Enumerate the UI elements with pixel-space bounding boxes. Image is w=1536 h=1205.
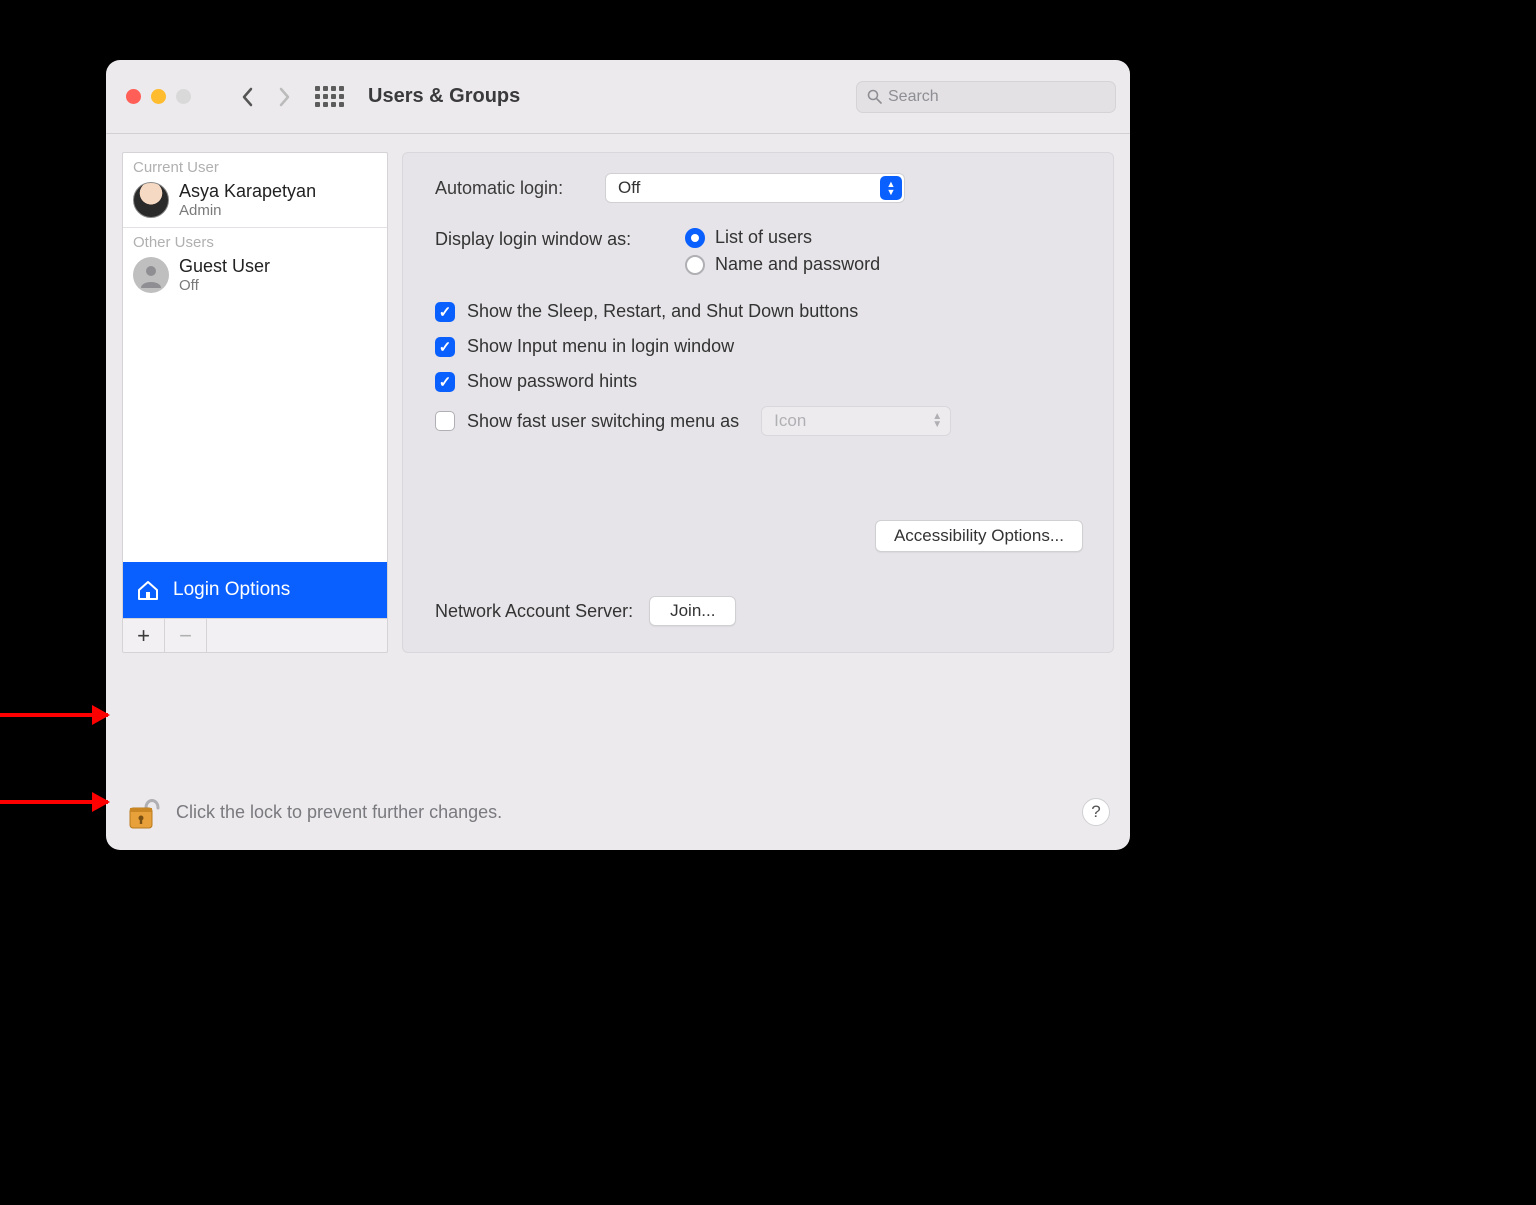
fast-switch-value: Icon: [774, 411, 806, 431]
house-icon: [135, 577, 161, 603]
radio-list-of-users[interactable]: List of users: [685, 227, 880, 248]
close-window-button[interactable]: [126, 89, 141, 104]
checkbox-icon: [435, 302, 455, 322]
add-remove-bar: + −: [122, 618, 388, 653]
back-button[interactable]: [235, 81, 261, 113]
add-user-button[interactable]: +: [123, 619, 165, 652]
guest-silhouette-icon: [138, 262, 164, 288]
checkbox-input-menu[interactable]: Show Input menu in login window: [435, 336, 1087, 357]
unlocked-padlock-icon: [124, 792, 160, 832]
display-login-window-label: Display login window as:: [435, 227, 685, 281]
user-role: Admin: [179, 202, 316, 219]
annotation-arrow-lock-button: [0, 800, 108, 804]
checkbox-icon: [435, 337, 455, 357]
checkbox-sleep-restart-shutdown[interactable]: Show the Sleep, Restart, and Shut Down b…: [435, 301, 1087, 322]
checkbox-label: Show Input menu in login window: [467, 336, 734, 357]
checkbox-label: Show fast user switching menu as: [467, 411, 739, 432]
accessibility-options-button[interactable]: Accessibility Options...: [875, 520, 1083, 552]
user-name: Guest User: [179, 257, 270, 277]
radio-label: List of users: [715, 227, 812, 248]
avatar: [133, 257, 169, 293]
automatic-login-value: Off: [618, 178, 640, 198]
help-button[interactable]: ?: [1082, 798, 1110, 826]
other-user-row[interactable]: Guest User Off: [123, 253, 387, 302]
checkbox-label: Show password hints: [467, 371, 637, 392]
footer: Click the lock to prevent further change…: [124, 788, 1110, 836]
checkbox-password-hints[interactable]: Show password hints: [435, 371, 1087, 392]
titlebar: Users & Groups: [106, 60, 1130, 134]
login-options-label: Login Options: [173, 579, 290, 601]
checkbox-label: Show the Sleep, Restart, and Shut Down b…: [467, 301, 858, 322]
user-name: Asya Karapetyan: [179, 182, 316, 202]
avatar: [133, 182, 169, 218]
sidebar: Current User Asya Karapetyan Admin Other…: [122, 152, 388, 653]
user-role: Off: [179, 277, 270, 294]
radio-icon: [685, 228, 705, 248]
chevron-left-icon: [241, 87, 255, 107]
search-icon: [867, 89, 882, 104]
login-options-row[interactable]: Login Options: [123, 562, 387, 618]
lock-hint-text: Click the lock to prevent further change…: [176, 802, 502, 823]
other-users-heading: Other Users: [123, 228, 387, 253]
updown-stepper-icon: ▲▼: [880, 176, 902, 200]
search-field[interactable]: [856, 81, 1116, 113]
current-user-row[interactable]: Asya Karapetyan Admin: [123, 178, 387, 228]
checkbox-icon: [435, 372, 455, 392]
checkbox-fast-user-switching[interactable]: [435, 411, 455, 431]
lock-button[interactable]: [124, 792, 160, 832]
radio-name-and-password[interactable]: Name and password: [685, 254, 880, 275]
chevron-right-icon: [277, 87, 291, 107]
system-preferences-window: Users & Groups Current User Asya Karapet…: [106, 60, 1130, 850]
minimize-window-button[interactable]: [151, 89, 166, 104]
join-button[interactable]: Join...: [649, 596, 736, 626]
radio-icon: [685, 255, 705, 275]
show-all-preferences-button[interactable]: [315, 86, 344, 107]
current-user-heading: Current User: [123, 153, 387, 178]
window-title: Users & Groups: [368, 85, 846, 108]
annotation-arrow-add-button: [0, 713, 108, 717]
fast-user-switching-dropdown: Icon ▲▼: [761, 406, 951, 436]
network-account-server-label: Network Account Server:: [435, 601, 633, 622]
window-controls: [126, 89, 191, 104]
remove-user-button: −: [165, 619, 207, 652]
settings-panel: Automatic login: Off ▲▼ Display login wi…: [402, 152, 1114, 653]
search-input[interactable]: [888, 88, 1105, 106]
forward-button: [271, 81, 297, 113]
content-area: Current User Asya Karapetyan Admin Other…: [106, 134, 1130, 665]
user-list: Current User Asya Karapetyan Admin Other…: [122, 152, 388, 618]
zoom-window-button[interactable]: [176, 89, 191, 104]
updown-stepper-icon: ▲▼: [932, 413, 942, 429]
radio-label: Name and password: [715, 254, 880, 275]
automatic-login-dropdown[interactable]: Off ▲▼: [605, 173, 905, 203]
automatic-login-label: Automatic login:: [435, 178, 605, 199]
